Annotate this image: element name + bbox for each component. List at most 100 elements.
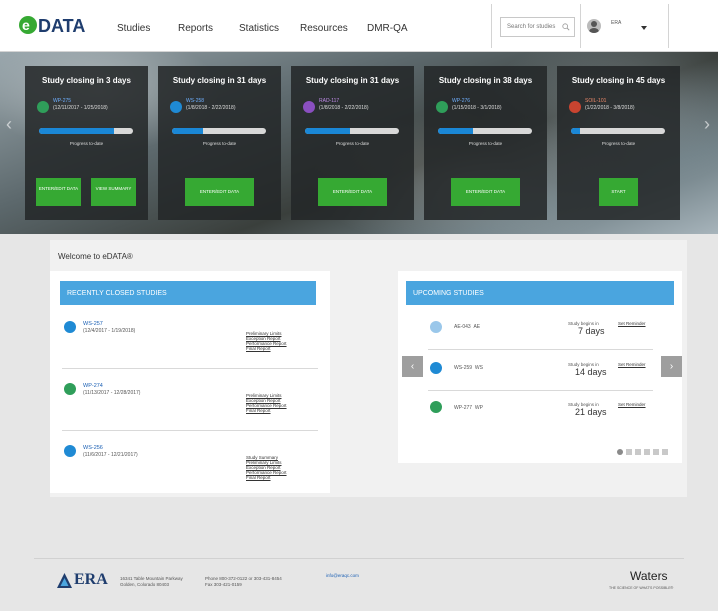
upcoming-study-code: WS-259 WS xyxy=(454,365,483,371)
nav-dmr-qa[interactable]: DMR-QA xyxy=(367,23,408,34)
carousel-dot[interactable] xyxy=(662,449,668,455)
chevron-left-icon[interactable]: ‹ xyxy=(6,114,12,135)
progress-label: Progress to-date xyxy=(202,141,237,146)
view-summary-button[interactable]: VIEW SUMMARY xyxy=(91,178,136,206)
divider xyxy=(62,368,318,369)
upcoming-study-code: WP-277 WP xyxy=(454,405,483,411)
progress-label: Progress to-date xyxy=(335,141,370,146)
card-title: Study closing in 45 days xyxy=(571,76,666,85)
card-title: Study closing in 31 days xyxy=(172,76,267,85)
set-reminder-link[interactable]: Set Reminder xyxy=(618,321,646,326)
progress-fill xyxy=(438,128,473,134)
card-dates: (1/22/2018 - 3/8/2018) xyxy=(585,105,635,111)
study-code: WS-259 xyxy=(454,365,473,371)
carousel-dot[interactable] xyxy=(626,449,632,455)
card-study-code[interactable]: RAD-117 xyxy=(319,98,339,104)
progress-label: Progress to-date xyxy=(468,141,503,146)
nav-resources[interactable]: Resources xyxy=(300,23,348,34)
email-link[interactable]: info@eraqc.com xyxy=(326,573,359,579)
set-reminder-link[interactable]: Set Reminder xyxy=(618,362,646,367)
study-dates: (12/4/2017 - 1/19/2018) xyxy=(83,328,136,334)
enter-edit-data-button[interactable]: ENTER/EDIT DATA xyxy=(36,178,81,206)
set-reminder-link[interactable]: Set Reminder xyxy=(618,402,646,407)
study-dates: (11/13/2017 - 12/28/2017) xyxy=(83,390,141,396)
card-study-code[interactable]: WP-276 xyxy=(452,98,470,104)
water-drop-icon xyxy=(430,362,442,374)
upcoming-studies-panel: UPCOMING STUDIES AE-043 AE Study begins … xyxy=(398,271,682,463)
era-logo[interactable]: ERA xyxy=(74,571,108,589)
progress-bar xyxy=(305,128,399,134)
study-code-link[interactable]: WP-274 xyxy=(83,383,103,389)
green-leaf-icon xyxy=(430,401,442,413)
divider xyxy=(668,4,669,48)
search-input[interactable]: Search for studies xyxy=(500,17,575,37)
top-header: e DATA Studies Reports Statistics Resour… xyxy=(0,0,718,52)
study-code-link[interactable]: WS-256 xyxy=(83,445,103,451)
progress-bar xyxy=(172,128,266,134)
nav-studies[interactable]: Studies xyxy=(117,23,150,34)
chevron-right-icon[interactable]: › xyxy=(704,114,710,135)
footer: ERA 16341 Table Mountain Parkway Golden,… xyxy=(34,558,684,598)
waters-logo[interactable]: Waters xyxy=(630,569,668,583)
logo-e: e xyxy=(22,17,30,33)
edata-logo[interactable]: e DATA xyxy=(18,13,98,37)
study-type: WS xyxy=(474,365,483,371)
progress-label: Progress to-date xyxy=(69,141,104,146)
enter-edit-data-button[interactable]: ENTER/EDIT DATA xyxy=(451,178,520,206)
recently-closed-heading: RECENTLY CLOSED STUDIES xyxy=(60,281,316,305)
carousel-dot[interactable] xyxy=(653,449,659,455)
recently-closed-panel: RECENTLY CLOSED STUDIES WS-257 (12/4/201… xyxy=(50,271,330,493)
progress-fill xyxy=(39,128,115,134)
divider xyxy=(580,4,581,48)
carousel-prev-button[interactable]: ‹ xyxy=(402,356,423,377)
days-until-start: 7 days xyxy=(578,326,605,336)
blue-drop-icon xyxy=(170,101,182,113)
green-leaf-icon xyxy=(436,101,448,113)
card-dates: (12/11/2017 - 1/25/2018) xyxy=(53,105,108,111)
study-code-link[interactable]: WS-257 xyxy=(83,321,103,327)
welcome-heading: Welcome to eDATA® xyxy=(58,252,133,261)
study-code: AE-043 xyxy=(454,324,471,330)
era-logo-icon xyxy=(57,573,72,588)
radiation-icon xyxy=(303,101,315,113)
progress-bar xyxy=(39,128,133,134)
nav-statistics[interactable]: Statistics xyxy=(239,23,279,34)
upcoming-studies-heading: UPCOMING STUDIES xyxy=(406,281,674,305)
search-icon[interactable] xyxy=(562,23,570,31)
progress-fill xyxy=(305,128,351,134)
chevron-down-icon[interactable] xyxy=(641,26,647,30)
carousel-dot[interactable] xyxy=(635,449,641,455)
card-study-code[interactable]: WP-275 xyxy=(53,98,71,104)
enter-edit-data-button[interactable]: ENTER/EDIT DATA xyxy=(318,178,387,206)
card-study-code[interactable]: SOIL-101 xyxy=(585,98,606,104)
fax-text: Fax 303-421-0159 xyxy=(205,582,242,587)
final-report-link[interactable]: Final Report xyxy=(246,408,271,413)
footer-contact: Phone 800-372-0122 or 303-431-8454 Fax 3… xyxy=(205,576,282,588)
days-until-start: 14 days xyxy=(575,367,607,377)
nav-reports[interactable]: Reports xyxy=(178,23,213,34)
study-type: WP xyxy=(474,405,483,411)
study-card: Study closing in 31 days WS-258 (1/8/201… xyxy=(158,66,281,220)
card-title: Study closing in 38 days xyxy=(438,76,533,85)
upcoming-study-code: AE-043 AE xyxy=(454,324,480,330)
carousel-next-button[interactable]: › xyxy=(661,356,682,377)
carousel-dot[interactable] xyxy=(644,449,650,455)
study-card: Study closing in 38 days WP-276 (1/15/20… xyxy=(424,66,547,220)
enter-edit-data-button[interactable]: ENTER/EDIT DATA xyxy=(185,178,254,206)
user-name[interactable]: ERA xyxy=(611,20,621,26)
final-report-link[interactable]: Final Report xyxy=(246,346,271,351)
air-emissions-icon xyxy=(430,321,442,333)
water-drop-icon xyxy=(64,445,76,457)
logo-text: DATA xyxy=(38,16,85,36)
carousel-dot-active[interactable] xyxy=(617,449,623,455)
card-dates: (1/8/2018 - 2/22/2018) xyxy=(319,105,369,111)
progress-label: Progress to-date xyxy=(601,141,636,146)
final-report-link[interactable]: Final Report xyxy=(246,475,271,480)
divider xyxy=(491,4,492,48)
study-type: AE xyxy=(473,324,481,330)
start-button[interactable]: START xyxy=(599,178,638,206)
progress-fill xyxy=(172,128,204,134)
card-study-code[interactable]: WS-258 xyxy=(186,98,204,104)
card-dates: (1/15/2018 - 3/1/2018) xyxy=(452,105,502,111)
avatar[interactable] xyxy=(587,19,601,33)
